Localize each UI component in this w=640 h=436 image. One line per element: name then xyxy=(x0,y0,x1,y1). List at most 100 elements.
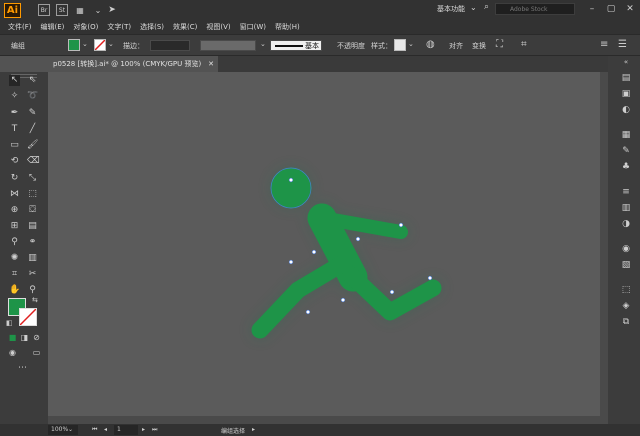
style-dropdown-icon[interactable]: ⌄ xyxy=(408,40,414,48)
lasso-tool-icon[interactable]: ➰ xyxy=(27,91,38,102)
align-button[interactable]: 对齐 xyxy=(449,41,463,51)
gpu-performance-icon[interactable]: ➤ xyxy=(106,4,118,16)
gradient-panel-icon[interactable]: ▥ xyxy=(620,202,632,214)
hand-tool-icon[interactable]: ✋ xyxy=(9,285,20,296)
stock-button[interactable]: St xyxy=(56,4,68,16)
swap-fill-stroke-icon[interactable]: ⇆ xyxy=(32,296,38,304)
arrange-documents-icon[interactable]: ▦ xyxy=(74,4,86,16)
fill-swatch[interactable] xyxy=(68,39,80,51)
menu-select[interactable]: 选择(S) xyxy=(140,22,164,32)
stock-search-input[interactable]: Adobe Stock xyxy=(495,3,575,15)
previous-artboard-icon[interactable]: ◂ xyxy=(104,426,107,433)
variable-width-profile[interactable] xyxy=(200,40,256,51)
first-artboard-icon[interactable]: ⏮ xyxy=(92,426,97,434)
zoom-level-field[interactable]: 100% xyxy=(48,425,78,435)
select-similar-icon[interactable]: ⌗ xyxy=(521,39,527,50)
scale-tool-icon[interactable]: ⤡ xyxy=(27,173,38,184)
menu-type[interactable]: 文字(T) xyxy=(107,22,131,32)
minimize-icon[interactable]: – xyxy=(584,2,600,16)
anchor-point[interactable] xyxy=(355,236,361,242)
document-tab[interactable]: p0528 [转换].ai* @ 100% (CMYK/GPU 预览) ✕ xyxy=(48,56,218,72)
symbol-sprayer-tool-icon[interactable]: ✺ xyxy=(9,253,20,264)
transform-button[interactable]: 变换 xyxy=(472,41,486,51)
gradient-tool-icon[interactable]: ▤ xyxy=(27,221,38,232)
anchor-point[interactable] xyxy=(398,222,404,228)
anchor-point[interactable] xyxy=(288,177,294,183)
column-graph-tool-icon[interactable]: ▥ xyxy=(27,253,38,264)
selection-tool-icon[interactable]: ↖ xyxy=(9,75,20,86)
menu-view[interactable]: 视图(V) xyxy=(206,22,230,32)
shape-builder-tool-icon[interactable]: ⊕ xyxy=(9,205,20,216)
eraser-tool-icon[interactable]: ⌫ xyxy=(27,156,40,167)
menu-file[interactable]: 文件(F) xyxy=(8,22,32,32)
artboards-panel-icon[interactable]: ⧉ xyxy=(620,316,632,328)
none-mode-icon[interactable]: ⊘ xyxy=(31,332,42,343)
width-tool-icon[interactable]: ⋈ xyxy=(9,189,20,200)
live-paint-tool-icon[interactable]: ⛋ xyxy=(27,205,38,216)
properties-panel-icon[interactable]: ▤ xyxy=(620,72,632,84)
stroke-panel-icon[interactable]: ≡ xyxy=(620,186,632,198)
default-fill-stroke-icon[interactable]: ◧ xyxy=(6,319,13,327)
dropdown-chevron-icon[interactable]: ⌄ xyxy=(92,4,104,16)
control-bar-options-icon[interactable]: ☰ xyxy=(618,39,627,50)
swatches-panel-icon[interactable]: ▦ xyxy=(620,129,632,141)
menu-object[interactable]: 对象(O) xyxy=(73,22,98,32)
artboard-number-field[interactable]: 1 xyxy=(114,425,138,435)
menu-window[interactable]: 窗口(W) xyxy=(240,22,266,32)
curvature-tool-icon[interactable]: ✎ xyxy=(27,108,38,119)
menu-help[interactable]: 帮助(H) xyxy=(275,22,300,32)
chevron-down-icon[interactable]: ⌄ xyxy=(470,3,477,12)
anchor-point[interactable] xyxy=(305,309,311,315)
last-artboard-icon[interactable]: ⏭ xyxy=(152,426,157,434)
fill-dropdown-icon[interactable]: ⌄ xyxy=(82,40,88,48)
perspective-grid-tool-icon[interactable]: ⊞ xyxy=(9,221,20,232)
recolor-artwork-icon[interactable]: ◍ xyxy=(426,39,435,50)
anchor-point[interactable] xyxy=(427,275,433,281)
draw-mode-icon[interactable]: ◉ xyxy=(7,347,18,358)
next-artboard-icon[interactable]: ▸ xyxy=(142,426,145,433)
anchor-point[interactable] xyxy=(340,297,346,303)
stroke-swatch[interactable] xyxy=(94,39,106,51)
line-segment-tool-icon[interactable]: ╱ xyxy=(27,124,38,135)
anchor-point[interactable] xyxy=(288,259,294,265)
anchor-point[interactable] xyxy=(311,249,317,255)
rectangle-tool-icon[interactable]: ▭ xyxy=(9,140,20,151)
menu-effect[interactable]: 效果(C) xyxy=(173,22,197,32)
zoom-dropdown-icon[interactable]: ⌄ xyxy=(68,426,73,433)
status-menu-icon[interactable]: ▸ xyxy=(252,426,255,433)
color-mode-icon[interactable]: ■ xyxy=(7,332,18,343)
gradient-mode-icon[interactable]: ◨ xyxy=(19,332,30,343)
maximize-icon[interactable]: ▢ xyxy=(603,2,619,16)
brushes-panel-icon[interactable]: ✎ xyxy=(620,145,632,157)
profile-dropdown-icon[interactable]: ⌄ xyxy=(260,40,266,48)
screen-mode-icon[interactable]: ▭ xyxy=(31,347,42,358)
brush-definition[interactable]: 基本 xyxy=(270,40,322,51)
panel-menu-icon[interactable]: ≡ xyxy=(600,39,608,50)
rotate-tool-icon[interactable]: ↻ xyxy=(9,173,20,184)
eyedropper-tool-icon[interactable]: ⚲ xyxy=(9,237,20,248)
pen-tool-icon[interactable]: ✒ xyxy=(9,108,20,119)
menu-edit[interactable]: 编辑(E) xyxy=(41,22,65,32)
graphic-styles-panel-icon[interactable]: ▧ xyxy=(620,259,632,271)
artboard-canvas[interactable] xyxy=(48,72,608,424)
horizontal-scrollbar[interactable] xyxy=(48,416,600,424)
graphic-style-swatch[interactable] xyxy=(394,39,406,51)
free-transform-tool-icon[interactable]: ⬚ xyxy=(27,189,38,200)
libraries-panel-icon[interactable]: ▣ xyxy=(620,88,632,100)
appearance-panel-icon[interactable]: ◉ xyxy=(620,243,632,255)
slice-tool-icon[interactable]: ✂ xyxy=(27,269,38,280)
close-tab-icon[interactable]: ✕ xyxy=(208,56,214,72)
symbols-panel-icon[interactable]: ♣ xyxy=(620,161,632,173)
bridge-button[interactable]: Br xyxy=(38,4,50,16)
type-tool-icon[interactable]: T xyxy=(9,124,20,135)
edit-toolbar-icon[interactable]: ⋯ xyxy=(17,363,28,374)
stroke-color-box[interactable] xyxy=(19,308,37,326)
blend-tool-icon[interactable]: ⚭ xyxy=(27,237,38,248)
artboard-tool-icon[interactable]: ⌗ xyxy=(9,269,20,280)
anchor-point[interactable] xyxy=(389,289,395,295)
transparency-panel-icon[interactable]: ◑ xyxy=(620,218,632,230)
layers-panel-icon[interactable]: ◈ xyxy=(620,300,632,312)
stroke-weight-input[interactable] xyxy=(150,40,190,51)
shaper-tool-icon[interactable]: ⟲ xyxy=(9,156,20,167)
collapse-panels-icon[interactable]: « xyxy=(620,56,632,68)
